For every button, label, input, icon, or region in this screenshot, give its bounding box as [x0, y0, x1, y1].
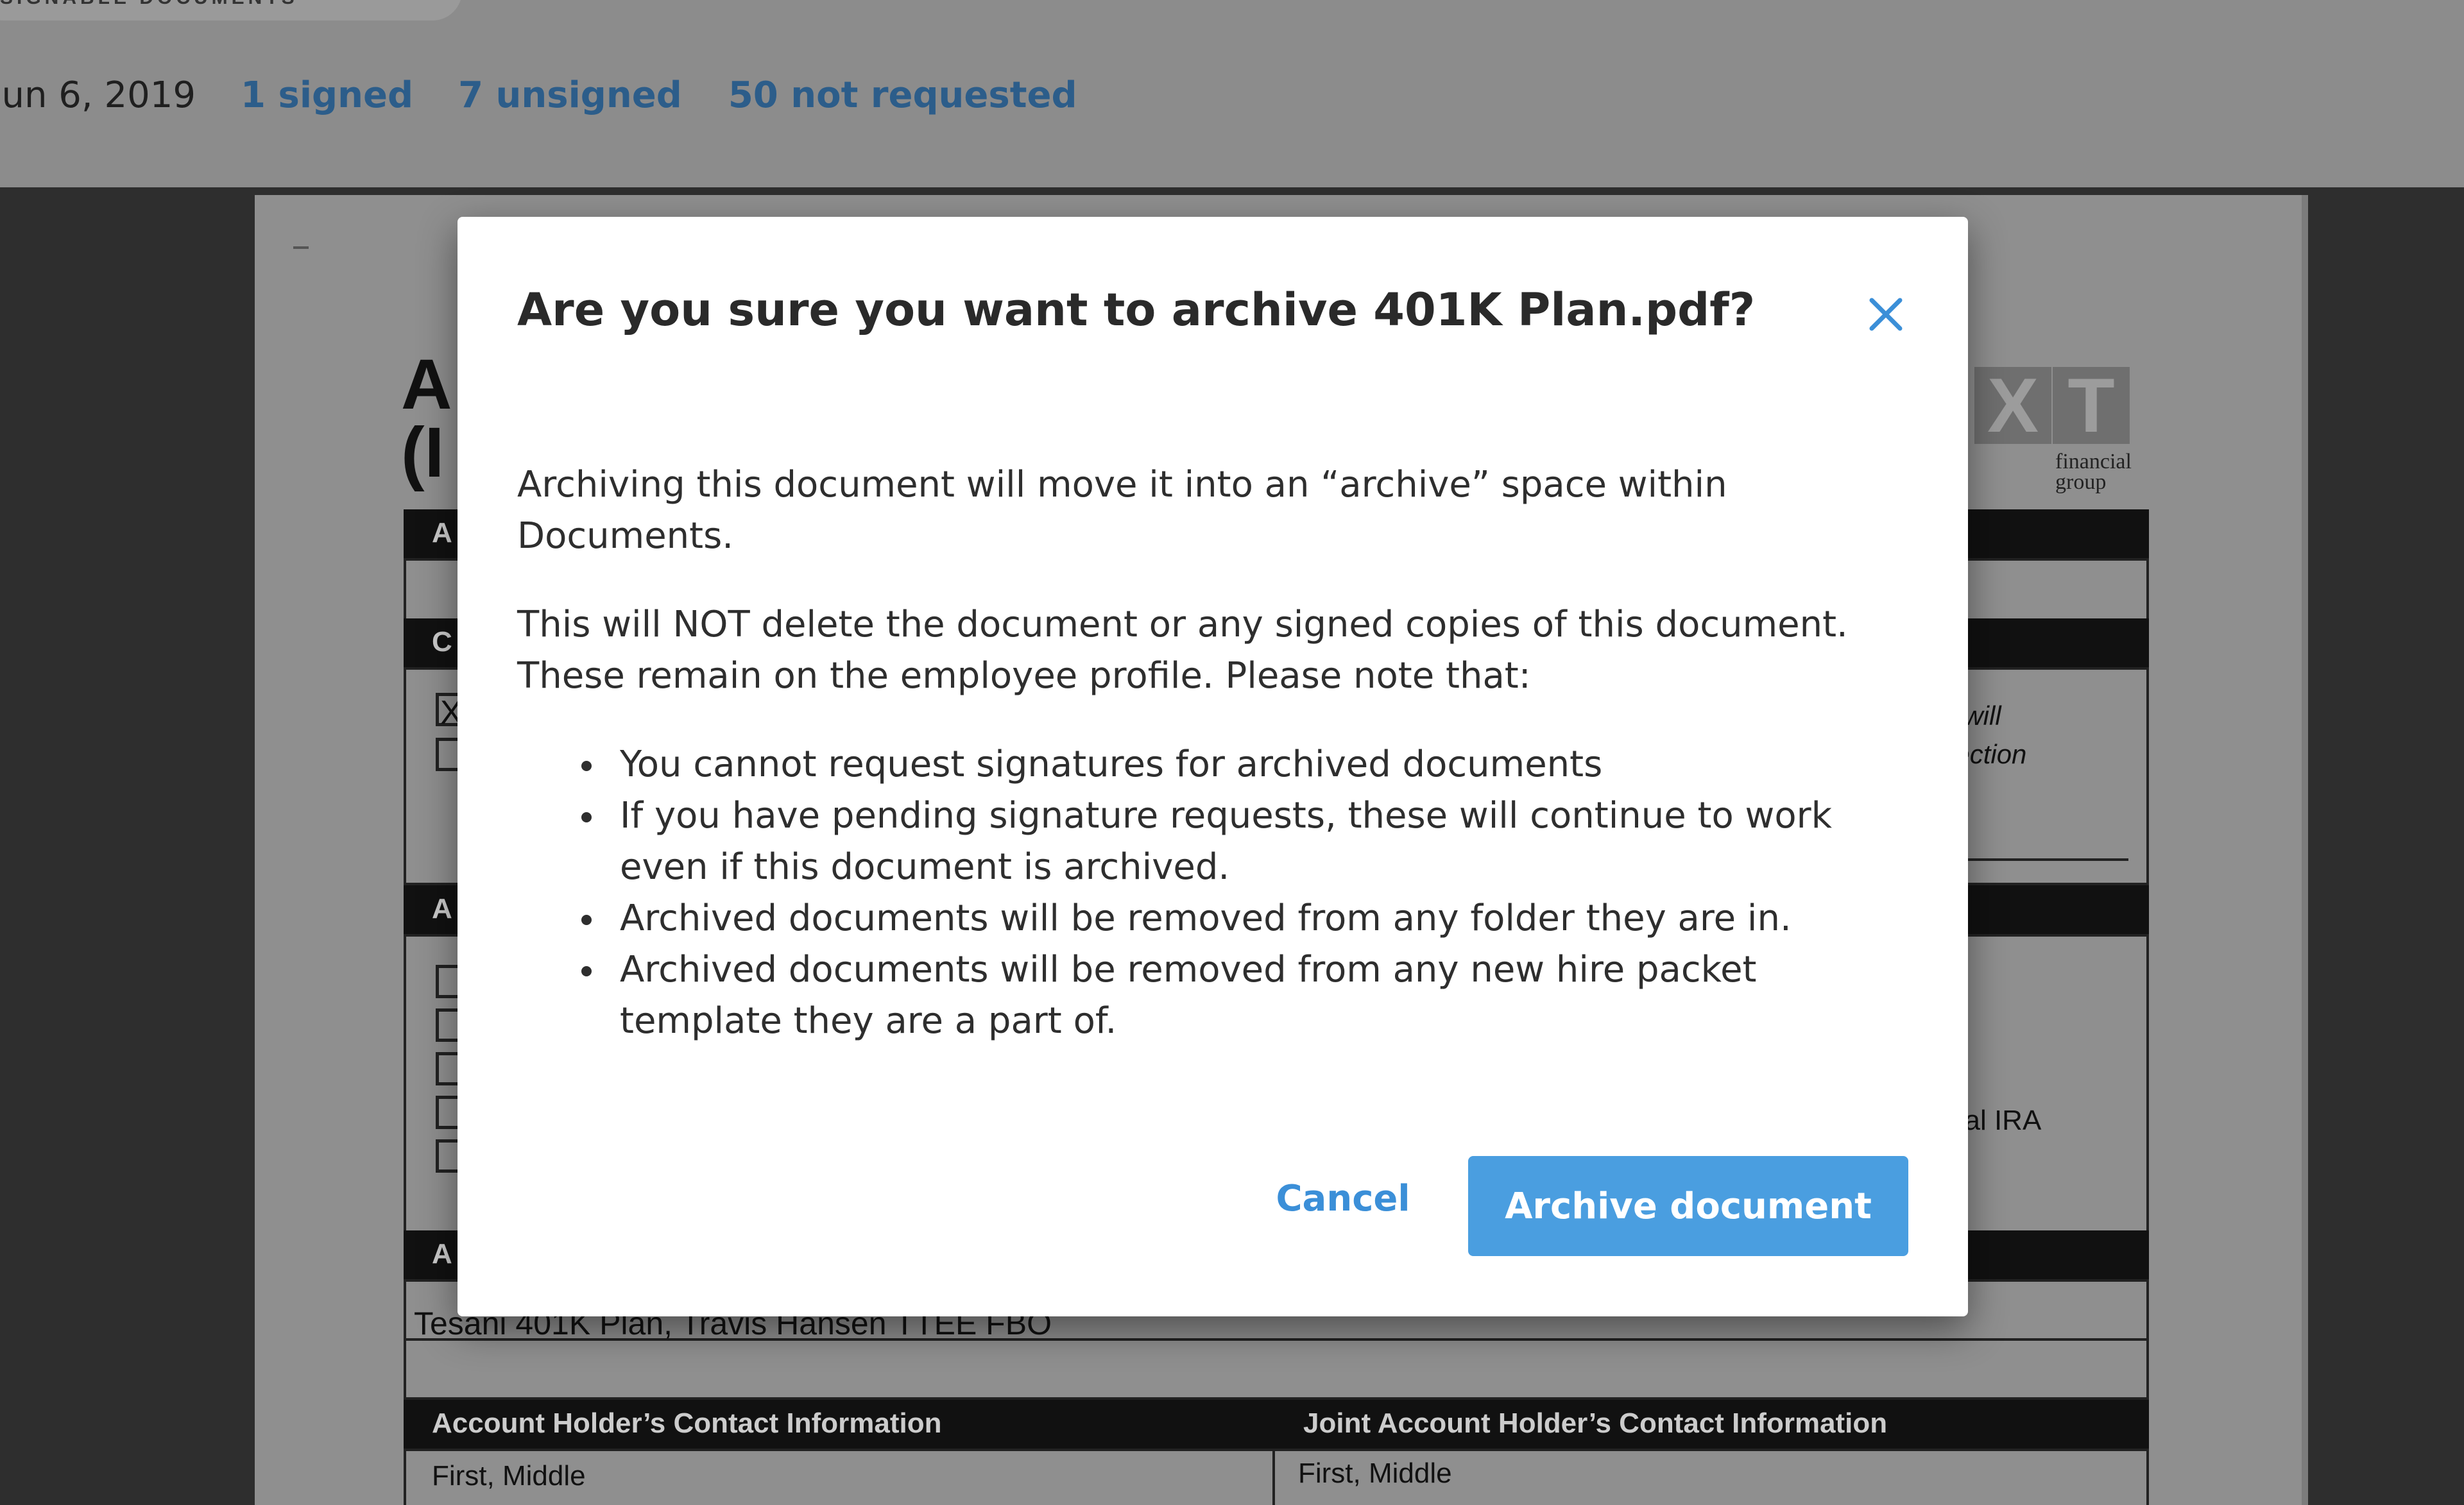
pdf-contact-header-left: Account Holder’s Contact Information — [432, 1407, 942, 1439]
pdf-column-divider — [1272, 1451, 1275, 1505]
pdf-form-box — [404, 1338, 2149, 1400]
page-header: SIGNABLE DOCUMENTS Jun 6, 2019 1 signed … — [0, 0, 2464, 187]
close-icon — [1869, 298, 1903, 331]
pdf-heading-line-2: (I — [401, 413, 445, 492]
bullet-item: Archived documents will be removed from … — [581, 893, 1916, 944]
cancel-button[interactable]: Cancel — [1252, 1156, 1434, 1241]
document-meta: Jun 6, 2019 1 signed 7 unsigned 50 not r… — [0, 69, 1077, 121]
pdf-section-bar-label: C — [432, 626, 452, 658]
dialog-bullet-list: You cannot request signatures for archiv… — [581, 739, 1916, 1047]
pdf-field-label: First, Middle — [432, 1460, 586, 1492]
pdf-signature-line — [1949, 858, 2128, 861]
pdf-section-bar-label: A — [432, 893, 452, 924]
close-button[interactable] — [1859, 287, 1913, 341]
pdf-form-box: First, Middle First, Middle — [404, 1449, 2149, 1505]
pdf-mark — [293, 246, 309, 249]
section-tab[interactable]: SIGNABLE DOCUMENTS — [0, 0, 462, 21]
pdf-logo-mark-t: T — [2053, 367, 2130, 444]
pdf-section-bar-label: A — [432, 1238, 452, 1270]
pdf-field-label: First, Middle — [1298, 1458, 1452, 1489]
dialog-body: Archiving this document will move it int… — [517, 459, 1916, 1047]
dialog-paragraph-1: Archiving this document will move it int… — [517, 464, 1727, 557]
pdf-logo-mark-x: X — [1974, 367, 2051, 444]
archive-document-button[interactable]: Archive document — [1468, 1156, 1908, 1256]
section-tab-label: SIGNABLE DOCUMENTS — [0, 0, 298, 9]
unsigned-count-link[interactable]: 7 unsigned — [458, 74, 682, 116]
bullet-item: Archived documents will be removed from … — [581, 944, 1916, 1047]
archive-confirm-dialog: Are you sure you want to archive 401K Pl… — [458, 217, 1968, 1316]
pdf-contact-bar: Account Holder’s Contact Information Joi… — [404, 1400, 2149, 1449]
bullet-item: If you have pending signature requests, … — [581, 790, 1916, 893]
dialog-title: Are you sure you want to archive 401K Pl… — [517, 284, 1756, 336]
bullet-item: You cannot request signatures for archiv… — [581, 739, 1916, 790]
pdf-section-bar-label: A — [432, 517, 452, 548]
pdf-contact-header-right: Joint Account Holder’s Contact Informati… — [1303, 1407, 1888, 1439]
document-date: Jun 6, 2019 — [0, 74, 196, 116]
signed-count-link[interactable]: 1 signed — [241, 74, 413, 116]
not-requested-count-link[interactable]: 50 not requested — [728, 74, 1077, 116]
dialog-paragraph-2: This will NOT delete the document or any… — [517, 604, 1848, 697]
pdf-logo-subtitle: financial group — [2055, 450, 2132, 494]
